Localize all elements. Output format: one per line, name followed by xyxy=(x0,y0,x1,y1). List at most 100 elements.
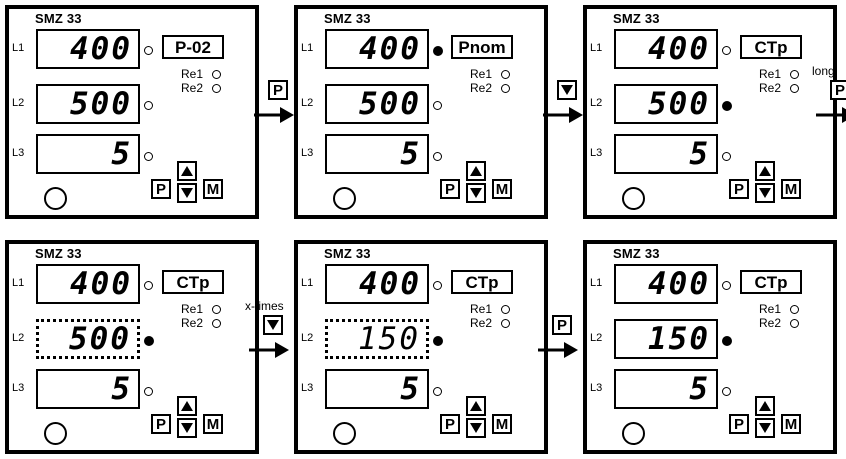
p-key-button[interactable]: P xyxy=(729,414,749,434)
m-key-label: M xyxy=(495,415,509,433)
flow-arrow-icon xyxy=(249,342,289,358)
p-key-button[interactable]: P xyxy=(151,414,171,434)
down-arrow-key-button[interactable] xyxy=(466,418,486,438)
down-arrow-icon xyxy=(267,320,279,330)
led-off-indicator xyxy=(144,387,153,396)
led-off-indicator xyxy=(433,387,442,396)
m-key-button[interactable]: M xyxy=(781,414,801,434)
display-value: 500 xyxy=(648,85,710,122)
down-arrow-icon xyxy=(181,423,193,433)
m-key-button[interactable]: M xyxy=(492,179,512,199)
device-panel: SMZ 33 L1 400 L2 150 L3 5 CTp Re1 Re2 P M xyxy=(583,240,837,454)
m-key-label: M xyxy=(784,180,798,198)
up-arrow-icon xyxy=(470,166,482,176)
line-label: L1 xyxy=(12,42,25,54)
down-arrow-key-button[interactable] xyxy=(755,418,775,438)
line-label: L3 xyxy=(12,147,25,159)
relay-2-label: Re2 xyxy=(470,316,493,330)
relay-1-label: Re1 xyxy=(470,302,493,316)
display-value: 5 xyxy=(400,135,421,172)
line-label: L1 xyxy=(301,277,314,289)
led-off-indicator xyxy=(433,281,442,290)
display-value: 500 xyxy=(70,85,132,122)
down-arrow-key-button[interactable] xyxy=(466,183,486,203)
m-key-button[interactable]: M xyxy=(203,414,223,434)
up-arrow-icon xyxy=(181,166,193,176)
device-model: SMZ 33 xyxy=(613,246,660,261)
p-key-label: P xyxy=(155,180,166,198)
display-value: 400 xyxy=(648,30,710,67)
line-display: 150 xyxy=(614,319,718,359)
relay-1-led xyxy=(212,70,221,79)
round-indicator xyxy=(333,422,356,445)
p-key-button[interactable]: P xyxy=(440,179,460,199)
p-key-label: P xyxy=(733,415,744,433)
relay-1-label: Re1 xyxy=(181,302,204,316)
transition-step: P xyxy=(534,315,594,385)
up-arrow-key-button[interactable] xyxy=(177,396,197,416)
parameter-display: CTp xyxy=(740,35,802,59)
p-key-label: P xyxy=(733,180,744,198)
up-arrow-icon xyxy=(759,166,771,176)
relay-2-led xyxy=(790,84,799,93)
line-display: 400 xyxy=(614,264,718,304)
led-on-indicator xyxy=(433,336,443,346)
relay-1-label: Re1 xyxy=(181,67,204,81)
transition-step: P xyxy=(250,80,310,150)
step-caption: long xyxy=(812,64,835,78)
key-label: P xyxy=(272,81,283,99)
relay-1-led xyxy=(790,70,799,79)
line-display: 400 xyxy=(325,29,429,69)
display-value: 400 xyxy=(359,30,421,67)
display-value: 400 xyxy=(359,265,421,302)
up-arrow-icon xyxy=(759,401,771,411)
display-value: 500 xyxy=(69,320,131,357)
m-key-label: M xyxy=(206,415,220,433)
p-key-button[interactable]: P xyxy=(440,414,460,434)
m-key-label: M xyxy=(495,180,509,198)
round-indicator xyxy=(333,187,356,210)
device-panel: SMZ 33 L1 400 L2 500 L3 5 CTp Re1 Re2 P M xyxy=(583,5,837,219)
display-value: 5 xyxy=(400,370,421,407)
relay-2-led xyxy=(501,84,510,93)
flow-arrow-icon xyxy=(543,107,583,123)
display-value: 400 xyxy=(70,30,132,67)
up-arrow-key-button[interactable] xyxy=(177,161,197,181)
transition-step: x-times xyxy=(245,299,305,385)
p-key-button[interactable]: P xyxy=(151,179,171,199)
led-off-indicator xyxy=(144,46,153,55)
line-display: 400 xyxy=(325,264,429,304)
p-key-icon: P xyxy=(830,80,846,100)
led-off-indicator xyxy=(722,281,731,290)
step-caption: x-times xyxy=(245,299,284,313)
led-off-indicator xyxy=(433,101,442,110)
up-arrow-key-button[interactable] xyxy=(466,161,486,181)
device-panel: SMZ 33 L1 400 L2 500 L3 5 P-02 Re1 Re2 P M xyxy=(5,5,259,219)
m-key-button[interactable]: M xyxy=(781,179,801,199)
line-display: 500 xyxy=(614,84,718,124)
relay-2-led xyxy=(212,319,221,328)
m-key-button[interactable]: M xyxy=(492,414,512,434)
up-arrow-key-button[interactable] xyxy=(755,161,775,181)
line-display: 400 xyxy=(614,29,718,69)
down-arrow-icon xyxy=(470,188,482,198)
display-value: 150 xyxy=(648,320,710,357)
relay-1-led xyxy=(212,305,221,314)
down-arrow-key-button[interactable] xyxy=(755,183,775,203)
led-off-indicator xyxy=(144,281,153,290)
line-display: 5 xyxy=(36,134,140,174)
p-key-button[interactable]: P xyxy=(729,179,749,199)
up-arrow-key-button[interactable] xyxy=(466,396,486,416)
up-arrow-key-button[interactable] xyxy=(755,396,775,416)
down-arrow-key-button[interactable] xyxy=(177,418,197,438)
transition-step: long P xyxy=(812,64,846,150)
flow-arrow-icon xyxy=(254,107,294,123)
down-arrow-key-button[interactable] xyxy=(177,183,197,203)
display-value: 5 xyxy=(111,135,132,172)
line-display: 150 xyxy=(325,319,429,359)
relay-1-label: Re1 xyxy=(759,302,782,316)
parameter-label: Pnom xyxy=(458,37,506,57)
display-value: 500 xyxy=(359,85,421,122)
m-key-button[interactable]: M xyxy=(203,179,223,199)
transition-step xyxy=(539,80,599,150)
